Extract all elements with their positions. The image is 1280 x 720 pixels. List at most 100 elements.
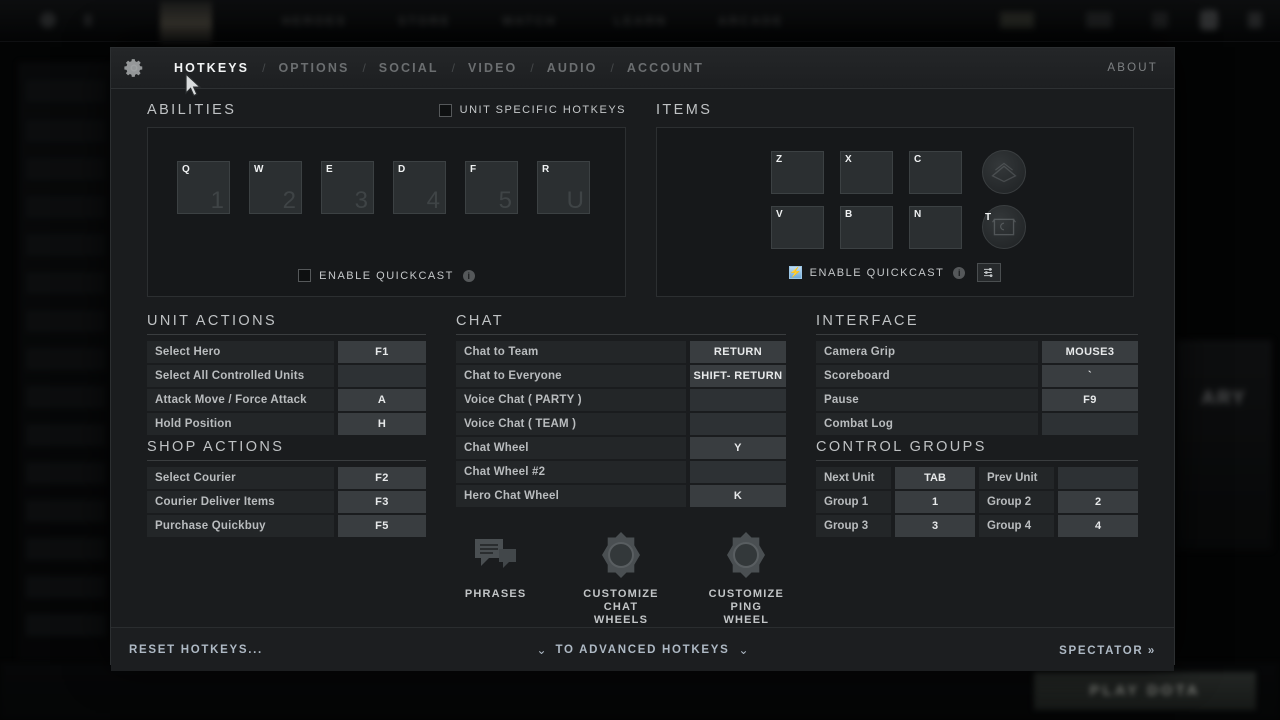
bind-key-hero-chat-wheel[interactable]: K — [690, 485, 786, 507]
item-slot-x[interactable]: X — [840, 150, 893, 194]
about-link[interactable]: ABOUT — [1107, 62, 1158, 74]
bind-label-attack-move[interactable]: Attack Move / Force Attack — [147, 389, 334, 411]
bind-label-select-courier[interactable]: Select Courier — [147, 467, 334, 489]
cg-label-group-2[interactable]: Group 2 — [979, 491, 1054, 513]
customize-ping-wheel-label: CUSTOMIZE PING WHEEL — [707, 588, 786, 627]
bind-key-combat-log[interactable] — [1042, 413, 1138, 435]
interface-column: INTERFACE Camera Grip MOUSE3 Scoreboard … — [816, 313, 1138, 627]
bind-label-purchase-quickbuy[interactable]: Purchase Quickbuy — [147, 515, 334, 537]
bind-label-hero-chat-wheel[interactable]: Hero Chat Wheel — [456, 485, 686, 507]
bind-key-pause[interactable]: F9 — [1042, 389, 1138, 411]
bind-key-voice-party[interactable] — [690, 389, 786, 411]
tab-video[interactable]: VIDEO — [455, 61, 530, 75]
ability-slot-q[interactable]: Q 1 — [177, 161, 230, 214]
tab-audio[interactable]: AUDIO — [534, 61, 611, 75]
items-quickcast-checkbox[interactable] — [788, 266, 802, 279]
bind-label-chat-wheel[interactable]: Chat Wheel — [456, 437, 686, 459]
bind-label-scoreboard[interactable]: Scoreboard — [816, 365, 1038, 387]
bind-key-voice-team[interactable] — [690, 413, 786, 435]
ability-slot-e[interactable]: E 3 — [321, 161, 374, 214]
bind-key-chat-team[interactable]: RETURN — [690, 341, 786, 363]
items-quickcast-info-icon[interactable]: i — [953, 266, 966, 279]
ability-slot-w[interactable]: W 2 — [249, 161, 302, 214]
backpack-icon[interactable] — [982, 150, 1026, 194]
cg-key-group-3[interactable]: 3 — [895, 515, 975, 537]
bind-key-chat-everyone[interactable]: SHIFT- RETURN — [690, 365, 786, 387]
ability-slot-d[interactable]: D 4 — [393, 161, 446, 214]
bind-key-select-all-units[interactable] — [338, 365, 426, 387]
bind-label-select-hero[interactable]: Select Hero — [147, 341, 334, 363]
bind-label-pause[interactable]: Pause — [816, 389, 1038, 411]
customize-chat-wheels-button[interactable]: CUSTOMIZE CHAT WHEELS — [581, 529, 660, 627]
teleport-scroll-icon[interactable]: T — [982, 205, 1026, 249]
item-slot-c[interactable]: C — [909, 150, 962, 194]
customize-ping-wheel-line2: PING WHEEL — [723, 601, 770, 626]
bind-row-hero-chat-wheel: Hero Chat Wheel K — [456, 485, 786, 507]
ability-slot-r[interactable]: R U — [537, 161, 590, 214]
tab-options[interactable]: OPTIONS — [265, 61, 362, 75]
item-slot-v[interactable]: V — [771, 205, 824, 249]
wheel-icon — [707, 529, 786, 581]
customize-ping-wheel-line1: CUSTOMIZE — [708, 588, 785, 600]
cg-label-next-unit[interactable]: Next Unit — [816, 467, 891, 489]
unit-specific-hotkeys-checkbox[interactable] — [438, 103, 452, 117]
items-title: ITEMS — [656, 102, 713, 118]
control-groups-rule — [816, 460, 1138, 461]
cg-key-group-1[interactable]: 1 — [895, 491, 975, 513]
phrases-button[interactable]: PHRASES — [456, 529, 535, 627]
cg-key-group-2[interactable]: 2 — [1058, 491, 1138, 513]
bind-label-chat-wheel-2[interactable]: Chat Wheel #2 — [456, 461, 686, 483]
bind-label-chat-everyone[interactable]: Chat to Everyone — [456, 365, 686, 387]
bind-label-courier-deliver[interactable]: Courier Deliver Items — [147, 491, 334, 513]
ability-key-row: Q 1 W 2 E 3 D 4 F 5 R U — [148, 128, 625, 214]
bind-row-chat-everyone: Chat to Everyone SHIFT- RETURN — [456, 365, 786, 387]
bind-row-voice-team: Voice Chat ( TEAM ) — [456, 413, 786, 435]
spectator-button[interactable]: SPECTATOR » — [1059, 641, 1156, 659]
customize-ping-wheel-button[interactable]: CUSTOMIZE PING WHEEL — [707, 529, 786, 627]
abilities-quickcast-info-icon[interactable]: i — [462, 269, 475, 282]
bind-label-combat-log[interactable]: Combat Log — [816, 413, 1038, 435]
item-slot-z[interactable]: Z — [771, 150, 824, 194]
ability-slot-f[interactable]: F 5 — [465, 161, 518, 214]
unit-specific-hotkeys-toggle[interactable]: UNIT SPECIFIC HOTKEYS — [438, 103, 626, 117]
abilities-quickcast-checkbox[interactable] — [298, 269, 312, 282]
advanced-hotkeys-button[interactable]: ⌄ TO ADVANCED HOTKEYS ⌄ — [536, 643, 748, 657]
cg-key-group-4[interactable]: 4 — [1058, 515, 1138, 537]
bind-label-camera-grip[interactable]: Camera Grip — [816, 341, 1038, 363]
bind-label-voice-team[interactable]: Voice Chat ( TEAM ) — [456, 413, 686, 435]
items-grid: Z X C V B N T — [657, 128, 1133, 249]
bind-key-select-hero[interactable]: F1 — [338, 341, 426, 363]
sliders-icon[interactable] — [977, 263, 1002, 282]
bind-label-voice-party[interactable]: Voice Chat ( PARTY ) — [456, 389, 686, 411]
items-quickcast-row[interactable]: ENABLE QUICKCAST i — [657, 263, 1133, 282]
bind-label-select-all-units[interactable]: Select All Controlled Units — [147, 365, 334, 387]
cg-key-prev-unit[interactable] — [1058, 467, 1138, 489]
bind-label-hold-position[interactable]: Hold Position — [147, 413, 334, 435]
bind-label-chat-team[interactable]: Chat to Team — [456, 341, 686, 363]
bind-key-purchase-quickbuy[interactable]: F5 — [338, 515, 426, 537]
item-slot-n[interactable]: N — [909, 205, 962, 249]
tab-hotkeys[interactable]: HOTKEYS — [161, 61, 262, 75]
bind-key-attack-move[interactable]: A — [338, 389, 426, 411]
bind-columns: UNIT ACTIONS Select Hero F1 Select All C… — [147, 313, 1138, 627]
bind-key-courier-deliver[interactable]: F3 — [338, 491, 426, 513]
reset-hotkeys-button[interactable]: RESET HOTKEYS... — [129, 644, 263, 656]
bind-row-scoreboard: Scoreboard ` — [816, 365, 1138, 387]
shop-actions-rule — [147, 460, 426, 461]
cg-label-group-1[interactable]: Group 1 — [816, 491, 891, 513]
item-key-c: C — [914, 153, 922, 165]
bind-key-chat-wheel[interactable]: Y — [690, 437, 786, 459]
cg-label-group-4[interactable]: Group 4 — [979, 515, 1054, 537]
abilities-quickcast-row[interactable]: ENABLE QUICKCAST i — [148, 269, 625, 282]
tab-account[interactable]: ACCOUNT — [614, 61, 717, 75]
bind-key-camera-grip[interactable]: MOUSE3 — [1042, 341, 1138, 363]
cg-key-next-unit[interactable]: TAB — [895, 467, 975, 489]
cg-label-group-3[interactable]: Group 3 — [816, 515, 891, 537]
bind-key-select-courier[interactable]: F2 — [338, 467, 426, 489]
bind-key-scoreboard[interactable]: ` — [1042, 365, 1138, 387]
bind-key-hold-position[interactable]: H — [338, 413, 426, 435]
item-slot-b[interactable]: B — [840, 205, 893, 249]
cg-label-prev-unit[interactable]: Prev Unit — [979, 467, 1054, 489]
tab-social[interactable]: SOCIAL — [366, 61, 452, 75]
bind-key-chat-wheel-2[interactable] — [690, 461, 786, 483]
